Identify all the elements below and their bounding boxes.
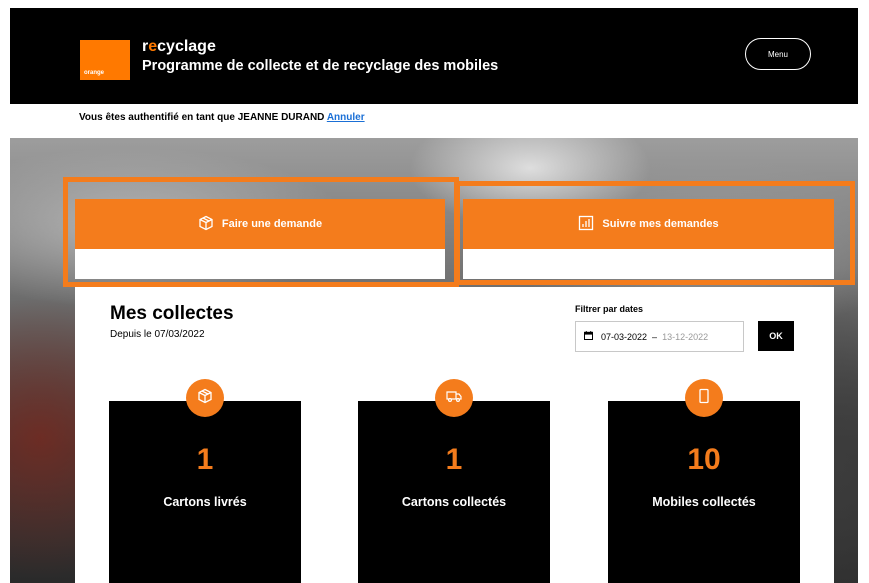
box-icon <box>197 388 213 409</box>
logo-text: orange <box>84 70 105 76</box>
highlight-track <box>455 181 855 285</box>
calendar-icon <box>583 331 601 342</box>
site-header: orange recyclage Programme de collecte e… <box>10 8 858 104</box>
right-margin <box>858 0 869 583</box>
stat-card-boxes-collected: 1 Cartons collectés <box>358 379 550 583</box>
stat-badge <box>685 379 723 417</box>
stat-label: Cartons livrés <box>163 495 247 509</box>
stat-badge <box>435 379 473 417</box>
brand-rest: cyclage <box>157 38 216 55</box>
page-title: Mes collectes <box>110 303 234 324</box>
left-margin <box>0 0 10 583</box>
brand-name: recyclage <box>142 38 216 56</box>
stat-value: 10 <box>687 443 721 476</box>
truck-icon <box>446 388 462 409</box>
since-date: Depuis le 07/03/2022 <box>110 329 205 340</box>
stat-value: 1 <box>196 443 214 476</box>
date-end[interactable]: 13-12-2022 <box>662 332 708 342</box>
stat-value: 1 <box>445 443 463 476</box>
stat-label: Mobiles collectés <box>652 495 756 509</box>
date-range-field[interactable]: 07-03-2022 – 13-12-2022 <box>575 321 744 352</box>
stat-card-mobiles-collected: 10 Mobiles collectés <box>608 379 800 583</box>
auth-bar: Vous êtes authentifié en tant que JEANNE… <box>10 104 858 138</box>
highlight-request <box>63 177 459 287</box>
filter-label: Filtrer par dates <box>575 304 644 314</box>
cancel-link[interactable]: Annuler <box>327 112 365 123</box>
date-start[interactable]: 07-03-2022 <box>601 332 647 342</box>
phone-icon <box>696 388 712 409</box>
site-tagline: Programme de collecte et de recyclage de… <box>142 58 499 74</box>
stat-card-boxes-delivered: 1 Cartons livrés <box>109 379 301 583</box>
stat-label: Cartons collectés <box>401 495 507 509</box>
brand-accent: e <box>148 38 158 55</box>
orange-logo[interactable]: orange <box>80 40 130 80</box>
collections-panel: Mes collectes Depuis le 07/03/2022 Filtr… <box>75 287 834 583</box>
ok-button[interactable]: OK <box>758 321 794 351</box>
date-separator: – <box>652 331 658 342</box>
auth-text: Vous êtes authentifié en tant que JEANNE… <box>79 112 327 123</box>
menu-button[interactable]: Menu <box>745 38 811 70</box>
stat-badge <box>186 379 224 417</box>
